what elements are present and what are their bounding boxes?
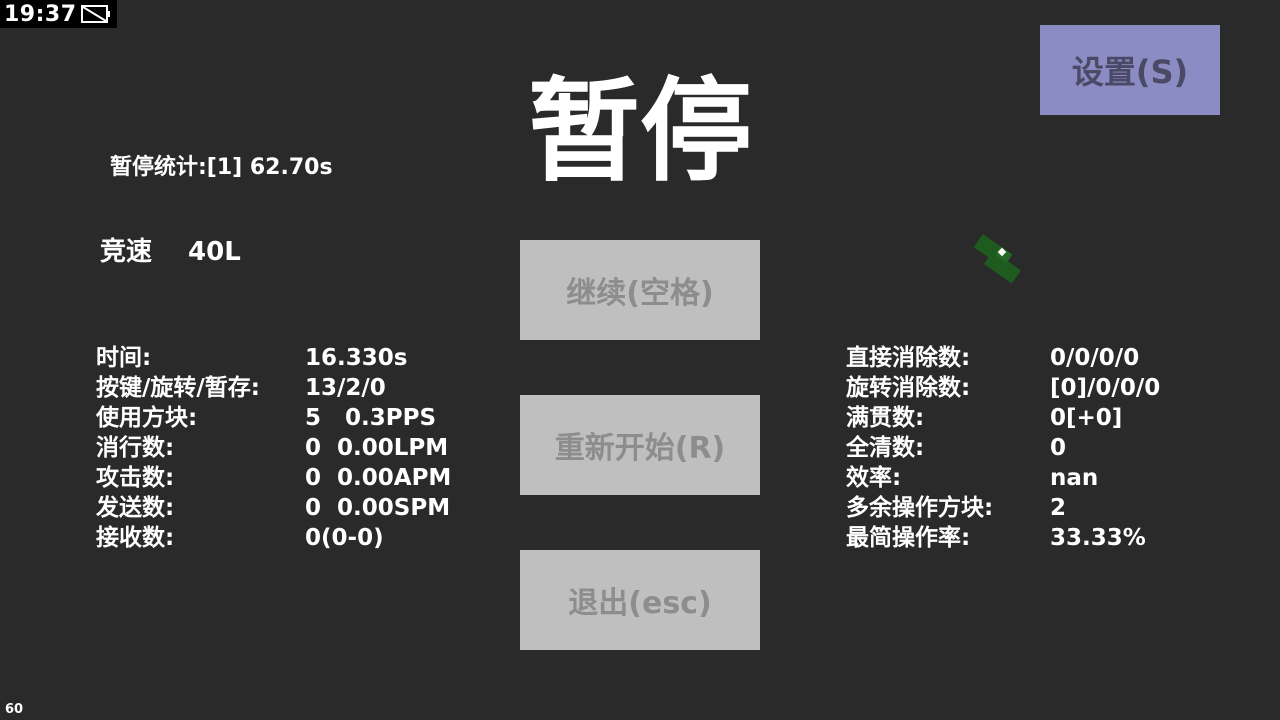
restart-button[interactable]: 重新开始(R)	[520, 395, 760, 495]
stat-value: 5 0.3PPS	[305, 405, 437, 431]
stat-value: [0]/0/0/0	[1050, 375, 1161, 401]
stat-label: 时间:	[96, 345, 152, 371]
stat-value: 16.330s	[305, 345, 408, 371]
stat-label: 接收数:	[96, 525, 175, 551]
stat-label: 发送数:	[96, 495, 175, 521]
stat-label: 最简操作率:	[846, 525, 971, 551]
stat-label: 按键/旋转/暂存:	[96, 375, 260, 401]
stat-label: 攻击数:	[96, 465, 175, 491]
stat-value: 0 0.00SPM	[305, 495, 451, 521]
stat-value: nan	[1050, 465, 1099, 491]
stat-label: 使用方块:	[96, 405, 198, 431]
stat-value: 0	[1050, 435, 1067, 461]
stat-label: 全清数:	[846, 435, 925, 461]
stat-label: 多余操作方块:	[846, 495, 994, 521]
pause-stats: 暂停统计:[1] 62.70s	[110, 155, 333, 180]
clock: 19:37	[4, 1, 77, 27]
exit-button[interactable]: 退出(esc)	[520, 550, 760, 650]
tetromino-icon	[973, 233, 1021, 284]
stat-label: 效率:	[846, 465, 902, 491]
mode-level: 40L	[188, 237, 241, 267]
stat-value: 0[+0]	[1050, 405, 1123, 431]
left-stats-panel: 时间: 16.330s 按键/旋转/暂存: 13/2/0 使用方块: 5 0.3…	[96, 343, 476, 563]
stat-label: 直接消除数:	[846, 345, 971, 371]
status-bar: 19:37	[0, 0, 117, 28]
stat-value: 2	[1050, 495, 1067, 521]
stat-label: 满贯数:	[846, 405, 925, 431]
game-mode: 竞速 40L	[100, 232, 241, 272]
page-title: 暂停	[528, 67, 752, 197]
right-stats-panel: 直接消除数: 0/0/0/0 旋转消除数: [0]/0/0/0 满贯数: 0[+…	[846, 343, 1226, 563]
stat-value: 0 0.00LPM	[305, 435, 449, 461]
stat-label: 消行数:	[96, 435, 175, 461]
battery-icon	[80, 5, 110, 23]
settings-button[interactable]: 设置(S)	[1040, 25, 1220, 115]
stat-value: 0 0.00APM	[305, 465, 452, 491]
mode-name: 竞速	[100, 237, 153, 267]
stat-value: 13/2/0	[305, 375, 386, 401]
stat-value: 0(0-0)	[305, 525, 384, 551]
resume-button[interactable]: 继续(空格)	[520, 240, 760, 340]
fps-counter: 60	[5, 702, 24, 717]
stat-value: 0/0/0/0	[1050, 345, 1140, 371]
stat-value: 33.33%	[1050, 525, 1146, 551]
stat-label: 旋转消除数:	[846, 375, 971, 401]
